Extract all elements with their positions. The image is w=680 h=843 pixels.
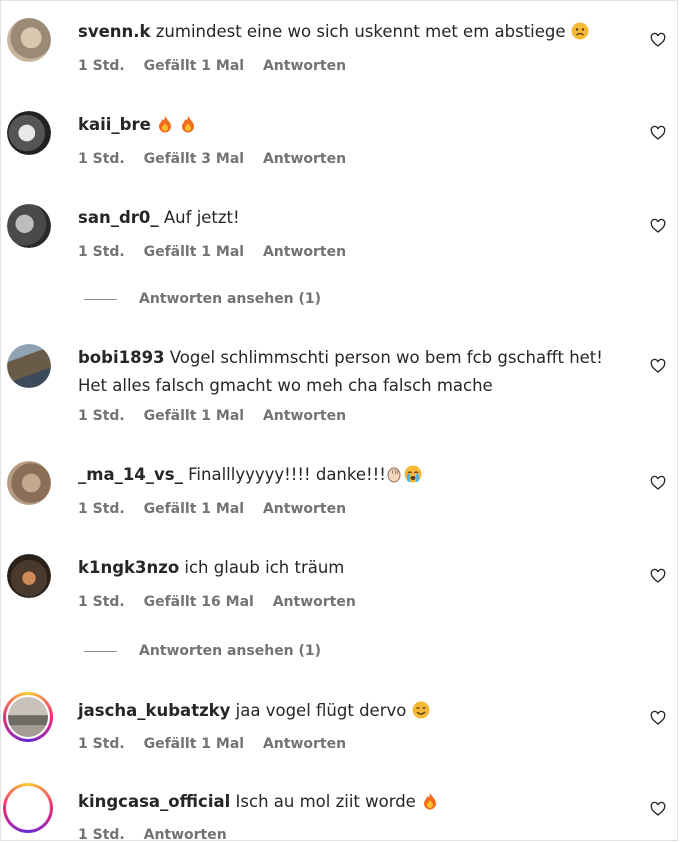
fire-emoji-icon [159, 116, 172, 133]
avatar[interactable] [7, 111, 51, 155]
comment-text: jaa vogel flügt dervo [235, 701, 407, 720]
fire-emoji-icon [424, 793, 437, 810]
heart-outline-icon[interactable] [650, 358, 666, 374]
avatar[interactable] [7, 461, 51, 505]
comment-likes[interactable]: Gefällt 1 Mal [144, 244, 244, 260]
reply-button[interactable]: Antworten [263, 501, 346, 517]
comment-meta: 1 Std. Antworten [78, 827, 241, 843]
avatar-story-ring[interactable] [3, 692, 53, 742]
comment-text-continued: Het alles falsch gmacht wo meh cha falsc… [78, 376, 493, 395]
reply-button[interactable]: Antworten [263, 736, 346, 752]
comment-username[interactable]: _ma_14_vs_ [78, 465, 183, 484]
comment-text: ich glaub ich träum [184, 558, 345, 577]
comment-meta: 1 Std. Gefällt 3 Mal Antworten [78, 151, 360, 167]
comment-time: 1 Std. [78, 501, 125, 517]
heart-outline-icon[interactable] [650, 710, 666, 726]
comment-username[interactable]: bobi1893 [78, 348, 165, 367]
avatar[interactable] [7, 204, 51, 248]
crying-face-emoji-icon [404, 465, 422, 483]
comment-likes[interactable]: Gefällt 3 Mal [144, 151, 244, 167]
view-replies-button[interactable]: Antworten ansehen (1) [84, 291, 321, 307]
comment-time: 1 Std. [78, 151, 125, 167]
comment-username[interactable]: jascha_kubatzky [78, 701, 230, 720]
heart-outline-icon[interactable] [650, 125, 666, 141]
heart-outline-icon[interactable] [650, 218, 666, 234]
comment-likes[interactable]: Gefällt 16 Mal [144, 594, 254, 610]
avatar[interactable] [7, 554, 51, 598]
clapping-hands-emoji-icon [387, 467, 401, 483]
avatar[interactable] [7, 18, 51, 62]
comment-time: 1 Std. [78, 58, 125, 74]
comment-meta: 1 Std. Gefällt 1 Mal Antworten [78, 408, 360, 424]
comment-text: Isch au mol ziit worde [235, 792, 416, 811]
reply-button[interactable]: Antworten [263, 58, 346, 74]
comment-time: 1 Std. [78, 244, 125, 260]
heart-outline-icon[interactable] [650, 475, 666, 491]
comment-text: Vogel schlimmschti person wo bem fcb gsc… [169, 348, 603, 367]
comment-likes[interactable]: Gefällt 1 Mal [144, 408, 244, 424]
heart-outline-icon[interactable] [650, 568, 666, 584]
comment-time: 1 Std. [78, 594, 125, 610]
comment-text: Auf jetzt! [163, 208, 240, 227]
reply-button[interactable]: Antworten [263, 244, 346, 260]
heart-outline-icon[interactable] [650, 32, 666, 48]
avatar[interactable] [7, 344, 51, 388]
reply-button[interactable]: Antworten [263, 408, 346, 424]
view-replies-label[interactable]: Antworten ansehen (1) [139, 291, 321, 307]
fire-emoji-icon [182, 116, 195, 133]
comment-likes[interactable]: Gefällt 1 Mal [144, 736, 244, 752]
comment-username[interactable]: k1ngk3nzo [78, 558, 179, 577]
comment-likes[interactable]: Gefällt 1 Mal [144, 58, 244, 74]
comment-likes[interactable]: Gefällt 1 Mal [144, 501, 244, 517]
reply-button[interactable]: Antworten [144, 827, 227, 843]
comment-time: 1 Std. [78, 827, 125, 843]
comment-text: Finalllyyyyy!!!! danke!!! [188, 465, 386, 484]
divider [84, 298, 117, 300]
avatar-story-ring[interactable] [3, 783, 53, 833]
view-replies-button[interactable]: Antworten ansehen (1) [84, 643, 321, 659]
comment-meta: 1 Std. Gefällt 16 Mal Antworten [78, 594, 370, 610]
smiling-face-emoji-icon [412, 701, 430, 719]
comment-time: 1 Std. [78, 408, 125, 424]
reply-button[interactable]: Antworten [263, 151, 346, 167]
sad-face-emoji-icon [571, 22, 589, 40]
reply-button[interactable]: Antworten [273, 594, 356, 610]
comment-meta: 1 Std. Gefällt 1 Mal Antworten [78, 501, 360, 517]
comment-meta: 1 Std. Gefällt 1 Mal Antworten [78, 244, 360, 260]
comment-username[interactable]: kaii_bre [78, 115, 151, 134]
comment-text: zumindest eine wo sich uskennt met em ab… [155, 22, 566, 41]
divider [84, 650, 117, 652]
comment-time: 1 Std. [78, 736, 125, 752]
comment-meta: 1 Std. Gefällt 1 Mal Antworten [78, 736, 360, 752]
comment-username[interactable]: svenn.k [78, 22, 151, 41]
comment-username[interactable]: kingcasa_official [78, 792, 230, 811]
view-replies-label[interactable]: Antworten ansehen (1) [139, 643, 321, 659]
heart-outline-icon[interactable] [650, 801, 666, 817]
comment-username[interactable]: san_dr0_ [78, 208, 159, 227]
comment-meta: 1 Std. Gefällt 1 Mal Antworten [78, 58, 360, 74]
